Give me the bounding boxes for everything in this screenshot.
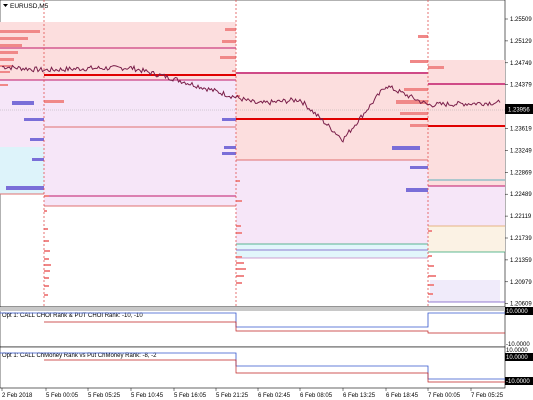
price-tick-label: 1.21739 xyxy=(510,236,532,242)
lavender-zone xyxy=(236,160,428,244)
price-tick-label: 1.22489 xyxy=(510,192,532,198)
price-tick-label: 1.23249 xyxy=(510,148,532,154)
symbol-title: EURUSD,M5 xyxy=(3,3,49,10)
time-axis[interactable]: 2 Feb 2018 5 Feb 00:05 5 Feb 05:25 5 Feb 10… xyxy=(1,388,504,399)
price-tick-label: 1.24379 xyxy=(510,83,532,89)
time-tick-label: 7 Feb 00:05 xyxy=(428,393,461,399)
time-tick-label: 5 Feb 16:05 xyxy=(174,393,207,399)
indicator-2-label: Opt 1: CALL ChMoney Rank vs Put ChMoney … xyxy=(2,353,157,359)
svg-text:10.0000: 10.0000 xyxy=(506,309,528,315)
cyan-zone xyxy=(236,244,428,258)
price-tick-label: 1.20609 xyxy=(510,302,532,308)
time-tick-label: 5 Feb 10:45 xyxy=(131,393,164,399)
time-tick-label: 6 Feb 02:45 xyxy=(258,393,291,399)
price-tick-label: 1.24749 xyxy=(510,61,532,67)
price-tick-label: 1.25129 xyxy=(510,39,532,45)
indicator-1-label: Opt 1: CALL CHOI Rank & PUT CHOI Rank: -… xyxy=(2,313,143,319)
price-tick-label: 1.22869 xyxy=(510,170,532,176)
price-tick-label: 1.22119 xyxy=(510,214,532,220)
time-tick-label: 6 Feb 18:45 xyxy=(386,393,419,399)
time-tick-label: 6 Feb 08:05 xyxy=(300,393,333,399)
price-tick-label: 1.25509 xyxy=(510,17,532,23)
lavender-zone xyxy=(430,280,500,302)
yellow-zone xyxy=(428,226,505,252)
time-tick-label: 5 Feb 05:25 xyxy=(88,393,121,399)
trading-chart-window[interactable]: EURUSD,M5 1.25509 1.25129 1.24749 1.24379 1.… xyxy=(0,0,533,400)
pink-zone xyxy=(428,60,505,186)
lavender-zone xyxy=(428,186,505,226)
time-tick-label: 2 Feb 2018 xyxy=(2,393,33,399)
time-tick-label: 5 Feb 00:05 xyxy=(46,393,79,399)
indicator-window-1[interactable]: Opt 1: CALL CHOI Rank & PUT CHOI Rank: -… xyxy=(0,306,533,348)
price-axis[interactable]: 1.255091.251291.247491.243791.239991.236… xyxy=(505,17,532,308)
svg-text:10.0000: 10.0000 xyxy=(506,355,528,361)
price-tick-label: 1.21359 xyxy=(510,258,532,264)
time-tick-label: 6 Feb 13:25 xyxy=(343,393,376,399)
time-tick-label: 7 Feb 05:25 xyxy=(471,393,504,399)
time-tick-label: 5 Feb 21:25 xyxy=(216,393,249,399)
bid-price-label: 1.23956 xyxy=(505,104,533,114)
price-tick-label: 1.23619 xyxy=(510,127,532,133)
svg-text:-10.0000: -10.0000 xyxy=(506,379,530,385)
svg-text:1.23956: 1.23956 xyxy=(508,108,530,114)
indicator-window-2[interactable]: Opt 1: CALL ChMoney Rank vs Put ChMoney … xyxy=(0,346,533,389)
price-tick-label: 1.20979 xyxy=(510,280,532,286)
svg-text:EURUSD,M5: EURUSD,M5 xyxy=(10,3,49,10)
lavender-zone xyxy=(44,128,236,206)
